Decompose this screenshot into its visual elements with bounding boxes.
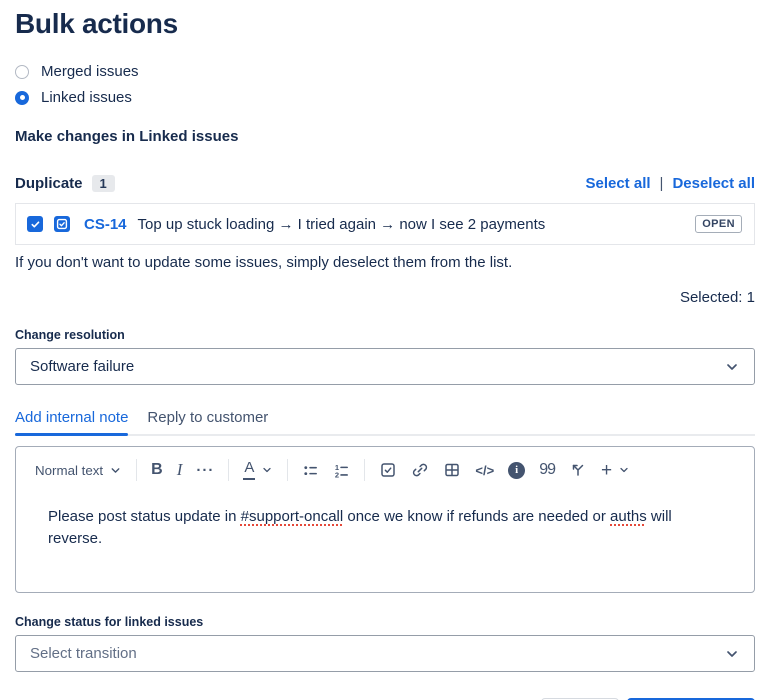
issue-checkbox-checked[interactable] xyxy=(27,216,43,232)
toolbar-divider xyxy=(136,459,137,481)
radio-linked-issues[interactable]: Linked issues xyxy=(15,89,755,106)
transition-select[interactable]: Select transition xyxy=(15,635,755,672)
issue-row[interactable]: CS-14 Top up stuck loading → I tried aga… xyxy=(15,203,755,245)
bullet-list-button[interactable] xyxy=(295,460,326,481)
note-text: once we know if refunds are needed or xyxy=(343,508,610,525)
table-icon xyxy=(443,461,461,479)
toolbar-divider xyxy=(287,459,288,481)
bulk-actions-panel: Bulk actions Merged issues Linked issues… xyxy=(0,0,769,700)
radio-linked-issues-label: Linked issues xyxy=(41,89,132,106)
quote-button[interactable]: 99 xyxy=(532,459,562,481)
bold-button[interactable]: B xyxy=(144,459,170,481)
misspelled-word: auths xyxy=(610,508,647,525)
chevron-down-icon xyxy=(618,464,630,476)
italic-button[interactable]: I xyxy=(170,458,190,482)
toolbar-divider xyxy=(364,459,365,481)
info-icon: i xyxy=(508,462,525,479)
table-button[interactable] xyxy=(436,459,468,481)
toolbar-divider xyxy=(228,459,229,481)
task-list-icon xyxy=(379,461,397,479)
issue-mode-radio-group: Merged issues Linked issues xyxy=(15,63,755,106)
numbered-list-icon: 12 xyxy=(333,462,350,479)
chevron-down-icon xyxy=(724,359,740,375)
group-name-label: Duplicate xyxy=(15,175,83,192)
status-badge: OPEN xyxy=(695,215,742,233)
link-icon xyxy=(411,461,429,479)
resolution-value: Software failure xyxy=(30,358,134,375)
note-text: Please post status update in xyxy=(48,508,241,525)
resolution-select[interactable]: Software failure xyxy=(15,348,755,385)
radio-merged-issues[interactable]: Merged issues xyxy=(15,63,755,80)
svg-text:2: 2 xyxy=(335,470,339,479)
group-title: Duplicate 1 xyxy=(15,175,115,192)
rich-text-editor: Normal text B I ··· A 12 xyxy=(15,446,755,593)
issue-summary: Top up stuck loading → I tried again → n… xyxy=(138,216,546,233)
chevron-down-icon xyxy=(724,646,740,662)
editor-toolbar: Normal text B I ··· A 12 xyxy=(16,447,754,482)
change-resolution-label: Change resolution xyxy=(15,328,755,342)
tab-add-internal-note[interactable]: Add internal note xyxy=(15,409,128,434)
more-formatting-button[interactable]: ··· xyxy=(189,460,221,481)
link-button[interactable] xyxy=(404,459,436,481)
deselect-hint: If you don't want to update some issues,… xyxy=(15,254,755,271)
issue-list-header: Duplicate 1 Select all | Deselect all xyxy=(15,175,755,192)
check-icon xyxy=(30,219,41,230)
issue-type-task-icon xyxy=(54,216,70,232)
select-all-link[interactable]: Select all xyxy=(585,175,650,192)
text-style-value: Normal text xyxy=(35,463,103,478)
text-color-icon: A xyxy=(243,460,255,480)
selected-count: Selected: 1 xyxy=(15,289,755,306)
editor-content[interactable]: Please post status update in #support-on… xyxy=(16,482,754,585)
bullet-list-icon xyxy=(302,462,319,479)
link-separator: | xyxy=(660,175,664,192)
section-heading: Make changes in Linked issues xyxy=(15,128,755,145)
deselect-all-link[interactable]: Deselect all xyxy=(672,175,755,192)
transition-placeholder: Select transition xyxy=(30,645,137,662)
group-count-badge: 1 xyxy=(92,175,115,192)
insert-plus-icon: + xyxy=(601,461,612,480)
numbered-list-button[interactable]: 12 xyxy=(326,460,357,481)
info-panel-button[interactable]: i xyxy=(501,460,532,481)
text-style-dropdown[interactable]: Normal text xyxy=(28,461,129,480)
text-color-button[interactable]: A xyxy=(236,458,280,482)
selection-links: Select all | Deselect all xyxy=(585,175,755,192)
change-status-label: Change status for linked issues xyxy=(15,615,755,629)
insert-more-button[interactable]: + xyxy=(594,459,637,482)
decision-button[interactable] xyxy=(562,459,594,481)
code-button[interactable]: </> xyxy=(468,461,501,480)
issue-key-link[interactable]: CS-14 xyxy=(84,216,127,233)
page-title: Bulk actions xyxy=(15,8,755,40)
decision-icon xyxy=(569,461,587,479)
radio-unchecked-icon[interactable] xyxy=(15,65,29,79)
radio-checked-icon[interactable] xyxy=(15,91,29,105)
chevron-down-icon xyxy=(109,464,122,477)
task-list-button[interactable] xyxy=(372,459,404,481)
chevron-down-icon xyxy=(261,464,273,476)
tab-reply-to-customer[interactable]: Reply to customer xyxy=(147,409,268,434)
misspelled-word: #support-oncall xyxy=(241,508,344,525)
note-tabs: Add internal note Reply to customer xyxy=(15,409,755,436)
radio-merged-issues-label: Merged issues xyxy=(41,63,139,80)
